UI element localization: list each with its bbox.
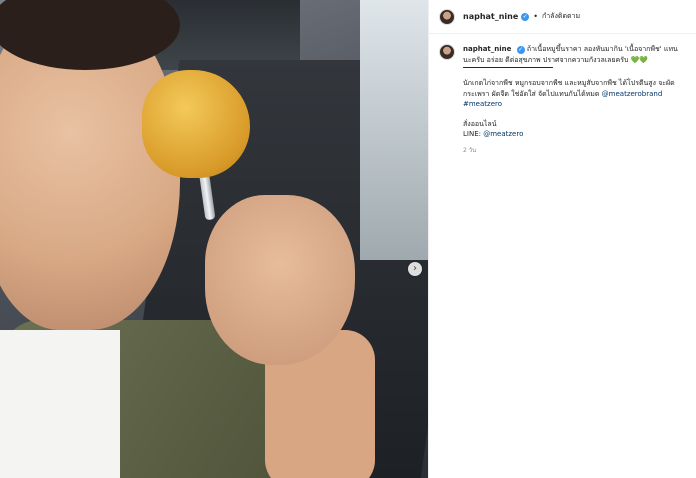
avatar[interactable] [439,8,455,25]
photo-nugget [142,70,250,178]
caption-row: naphat_nine ✓ ถ้าเนื้อหมูขึ้นราคา ลองหัน… [429,34,696,156]
post-photo[interactable] [0,0,428,478]
caption-verified-badge-icon: ✓ [516,46,525,54]
verified-badge-icon: ✓ [521,12,530,21]
order-online-label: สั่งออนไลน์ [463,119,497,128]
photo-window [360,0,428,260]
separator-dot: • [533,12,539,21]
post-side-panel: naphat_nine ✓ • กำลังติดตาม naphat_nine … [428,0,696,478]
caption-avatar[interactable] [439,44,455,60]
following-button[interactable]: กำลังติดตาม [542,11,580,22]
photo-hand [205,195,355,365]
chevron-right-icon: › [413,263,417,274]
username-link[interactable]: naphat_nine [463,12,518,21]
post-header: naphat_nine ✓ • กำลังติดตาม [429,0,696,34]
post-timestamp[interactable]: 2 วัน [463,146,686,157]
photo-tee [0,330,120,478]
caption: naphat_nine ✓ ถ้าเนื้อหมูขึ้นราคา ลองหัน… [463,44,686,156]
caption-username-link[interactable]: naphat_nine [463,45,511,53]
carousel-next-button[interactable]: › [408,262,422,276]
mention-brand-link[interactable]: @meatzerobrand [602,90,663,98]
caption-divider [463,67,553,68]
line-label: LINE: [463,130,481,138]
line-handle-link[interactable]: @meatzero [483,130,523,138]
hashtag-link[interactable]: #meatzero [463,100,502,108]
